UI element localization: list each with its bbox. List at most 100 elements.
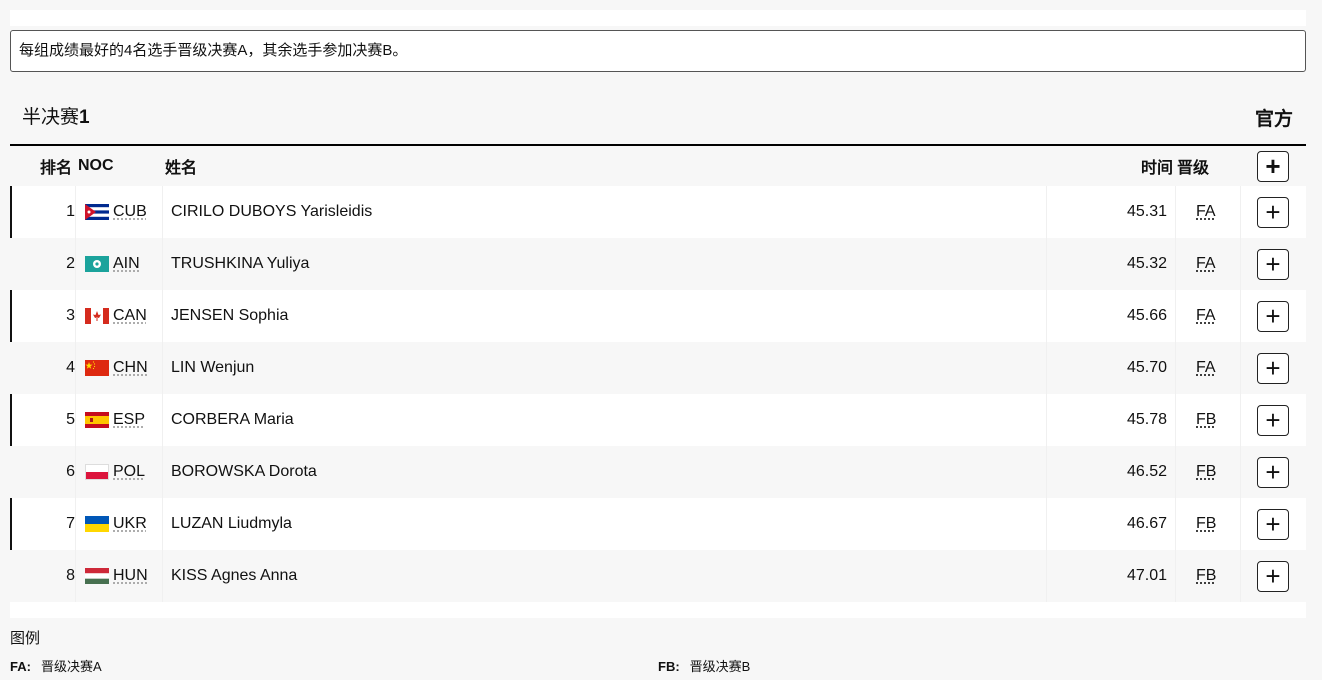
cell-divider [1240, 498, 1241, 550]
hungary-flag-icon [85, 568, 109, 584]
expand-all-button[interactable]: + [1257, 150, 1289, 182]
top-strip [10, 10, 1306, 26]
expand-row-button[interactable]: + [1257, 352, 1289, 384]
noc-cell: HUN [75, 550, 163, 602]
legend-title: 图例 [10, 630, 41, 647]
table-row: 7 UKR LUZAN Liudmyla 46.67 FB + [10, 498, 1306, 550]
athlete-name: TRUSHKINA Yuliya [171, 255, 310, 272]
qualification-cell[interactable]: FB [1196, 567, 1216, 585]
cell-divider [1175, 290, 1176, 342]
noc-code[interactable]: UKR [113, 515, 147, 533]
header-noc: NOC [78, 157, 114, 174]
time-cell: 45.70 [1126, 359, 1167, 376]
cell-divider [1175, 238, 1176, 290]
cell-divider [1046, 498, 1047, 550]
noc-code[interactable]: ESP [113, 411, 145, 429]
cell-divider [1240, 550, 1241, 602]
expand-row-button[interactable]: + [1257, 456, 1289, 488]
cell-divider [1046, 290, 1047, 342]
header-name: 姓名 [165, 160, 198, 177]
plus-icon: + [1265, 249, 1281, 279]
legend-item-fb: FB: 晋级决赛B [658, 656, 750, 675]
rank-cell: 8 [66, 567, 75, 584]
time-cell: 47.01 [1126, 567, 1167, 584]
qualification-cell[interactable]: FA [1196, 307, 1216, 325]
plus-icon: + [1265, 151, 1281, 181]
legend-desc: 晋级决赛B [689, 659, 751, 674]
time-cell: 45.78 [1126, 411, 1167, 428]
qualification-notice: 每组成绩最好的4名选手晋级决赛A，其余选手参加决赛B。 [10, 30, 1306, 72]
athlete-name: BOROWSKA Dorota [171, 463, 317, 480]
noc-cell: ESP [75, 394, 163, 446]
noc-cell: UKR [75, 498, 163, 550]
rank-cell: 3 [66, 307, 75, 324]
time-cell: 46.52 [1126, 463, 1167, 480]
rank-cell: 5 [66, 411, 75, 428]
noc-code[interactable]: CHN [113, 359, 148, 377]
header-qualification: 晋级 [1177, 160, 1210, 177]
plus-icon: + [1265, 509, 1281, 539]
expand-row-button[interactable]: + [1257, 300, 1289, 332]
cell-divider [1240, 290, 1241, 342]
expand-row-button[interactable]: + [1257, 248, 1289, 280]
table-row: 8 HUN KISS Agnes Anna 47.01 FB + [10, 550, 1306, 602]
expand-row-button[interactable]: + [1257, 560, 1289, 592]
cell-divider [1046, 394, 1047, 446]
noc-code[interactable]: HUN [113, 567, 148, 585]
expand-row-button[interactable]: + [1257, 508, 1289, 540]
table-row: 6 POL BOROWSKA Dorota 46.52 FB + [10, 446, 1306, 498]
expand-row-button[interactable]: + [1257, 404, 1289, 436]
noc-code[interactable]: AIN [113, 255, 140, 273]
spain-flag-icon [85, 412, 109, 428]
time-cell: 45.31 [1126, 203, 1167, 220]
cell-divider [1175, 498, 1176, 550]
noc-cell: CUB [75, 186, 163, 238]
expand-row-button[interactable]: + [1257, 196, 1289, 228]
legend-item-fa: FA: 晋级决赛A [10, 656, 102, 675]
cell-divider [1175, 342, 1176, 394]
cell-divider [1175, 550, 1176, 602]
heat-title-prefix: 半决赛 [22, 107, 80, 128]
qualification-cell[interactable]: FB [1196, 411, 1216, 429]
noc-cell: AIN [75, 238, 163, 290]
athlete-name: CIRILO DUBOYS Yarisleidis [171, 203, 373, 220]
noc-code[interactable]: POL [113, 463, 145, 481]
ain-flag-icon [85, 256, 109, 272]
legend-code: FB: [658, 659, 680, 674]
qualification-cell[interactable]: FB [1196, 463, 1216, 481]
athlete-name: LIN Wenjun [171, 359, 255, 376]
cuba-flag-icon [85, 204, 109, 220]
results-table: 排名 NOC 姓名 时间 晋级 + 1 CUB CIRILO DUBOYS Ya… [10, 144, 1306, 602]
athlete-name: LUZAN Liudmyla [171, 515, 292, 532]
china-flag-icon [85, 360, 109, 376]
heat-title: 半决赛1 [22, 102, 90, 129]
noc-code[interactable]: CUB [113, 203, 147, 221]
time-cell: 45.32 [1126, 255, 1167, 272]
qualification-cell[interactable]: FB [1196, 515, 1216, 533]
cell-divider [1240, 446, 1241, 498]
qualification-cell[interactable]: FA [1196, 203, 1216, 221]
noc-cell: CHN [75, 342, 163, 394]
cell-divider [1175, 394, 1176, 446]
heat-title-number: 1 [79, 107, 90, 128]
table-header: 排名 NOC 姓名 时间 晋级 + [10, 146, 1306, 186]
qualification-cell[interactable]: FA [1196, 359, 1216, 377]
legend-code: FA: [10, 659, 31, 674]
rank-cell: 7 [66, 515, 75, 532]
bottom-strip [10, 602, 1306, 618]
cell-divider [1240, 394, 1241, 446]
poland-flag-icon [85, 464, 109, 480]
cell-divider [1046, 186, 1047, 238]
table-row: 5 ESP CORBERA Maria 45.78 FB + [10, 394, 1306, 446]
table-row: 4 CHN LIN Wenjun 45.70 FA + [10, 342, 1306, 394]
cell-divider [1046, 550, 1047, 602]
cell-divider [1046, 238, 1047, 290]
time-cell: 46.67 [1126, 515, 1167, 532]
noc-cell: POL [75, 446, 163, 498]
cell-divider [1240, 238, 1241, 290]
cell-divider [1175, 446, 1176, 498]
noc-code[interactable]: CAN [113, 307, 147, 325]
qualification-cell[interactable]: FA [1196, 255, 1216, 273]
rank-cell: 6 [66, 463, 75, 480]
table-row: 1 CUB CIRILO DUBOYS Yarisleidis 45.31 FA… [10, 186, 1306, 238]
